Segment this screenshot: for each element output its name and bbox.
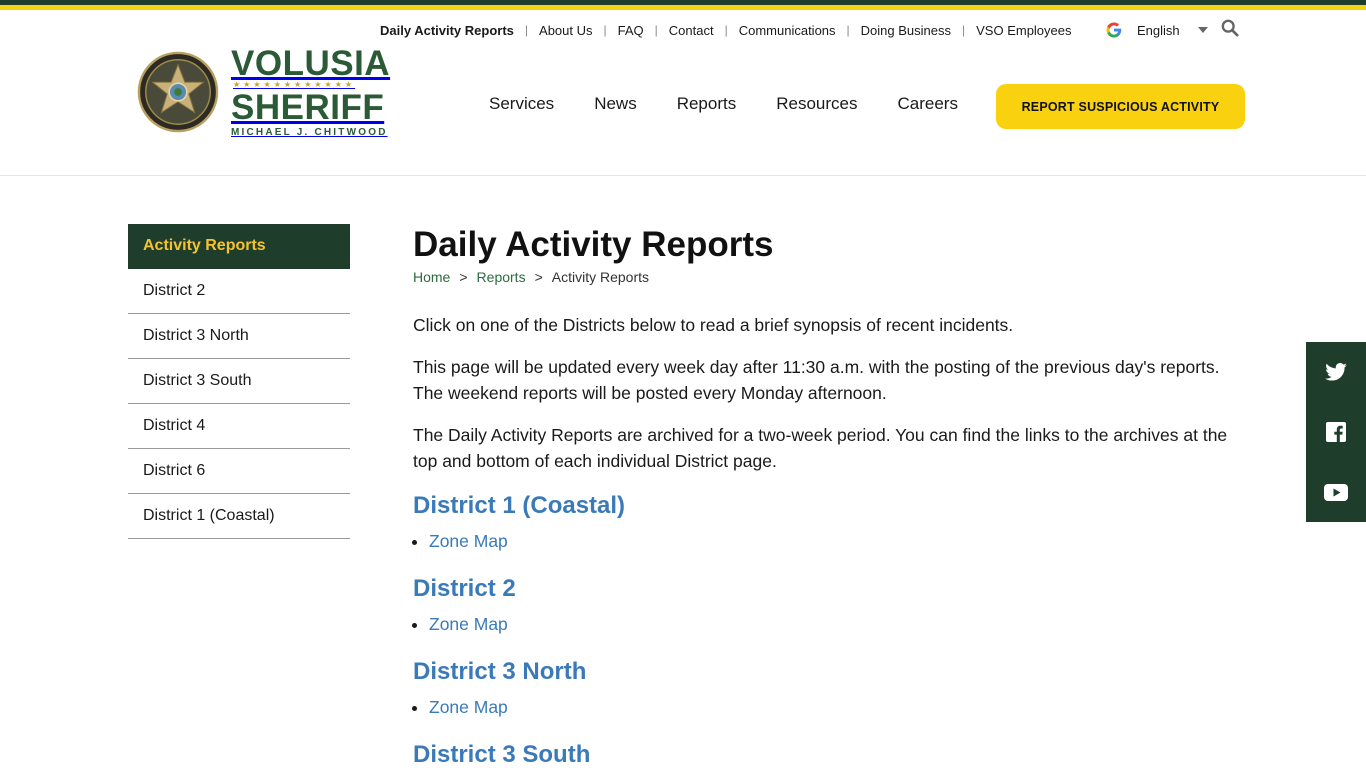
zone-map-link[interactable]: Zone Map xyxy=(429,697,508,717)
facebook-link[interactable] xyxy=(1306,402,1366,462)
utility-link-faq[interactable]: FAQ xyxy=(618,23,644,38)
district-heading[interactable]: District 3 South xyxy=(413,740,1243,768)
utility-link-daily-activity-reports[interactable]: Daily Activity Reports xyxy=(380,23,514,38)
logo-line-sheriff: SHERIFF xyxy=(231,88,385,127)
utility-link-doing-business[interactable]: Doing Business xyxy=(861,23,951,38)
chevron-down-icon xyxy=(1197,27,1208,33)
logo-line-volusia: VOLUSIA xyxy=(231,44,391,83)
district-heading[interactable]: District 2 xyxy=(413,574,1243,604)
district-links: Zone Map xyxy=(429,528,1243,554)
main-content: Daily Activity Reports Home > Reports > … xyxy=(413,224,1243,768)
archive-paragraph: The Daily Activity Reports are archived … xyxy=(413,425,1228,471)
district-section: District 1 (Coastal) Zone Map xyxy=(413,491,1243,554)
logo-wordmark: VOLUSIA ★★★★★★★★★★★★ SHERIFF MICHAEL J. … xyxy=(231,46,390,138)
youtube-icon xyxy=(1324,483,1348,501)
intro-paragraph: Click on one of the Districts below to r… xyxy=(413,315,1014,335)
breadcrumb: Home > Reports > Activity Reports xyxy=(413,269,1243,285)
twitter-icon xyxy=(1325,363,1347,381)
main-nav-resources[interactable]: Resources xyxy=(776,94,857,114)
district-links: Zone Map xyxy=(429,694,1243,720)
breadcrumb-home[interactable]: Home xyxy=(413,269,450,285)
logo-line-name: MICHAEL J. CHITWOOD xyxy=(231,127,388,138)
main-nav-careers[interactable]: Careers xyxy=(898,94,958,114)
sheriff-badge-icon xyxy=(137,51,219,133)
main-nav-reports[interactable]: Reports xyxy=(677,94,737,114)
district-heading-label: District 1 (Coastal) xyxy=(413,492,626,519)
report-suspicious-activity-button[interactable]: REPORT SUSPICIOUS ACTIVITY xyxy=(996,84,1245,129)
breadcrumb-reports[interactable]: Reports xyxy=(477,269,526,285)
breadcrumb-separator: > xyxy=(534,269,543,285)
site-logo[interactable]: VOLUSIA ★★★★★★★★★★★★ SHERIFF MICHAEL J. … xyxy=(137,46,390,138)
district-heading[interactable]: District 3 North xyxy=(413,657,1243,687)
utility-separator: | xyxy=(603,23,607,37)
list-item: Zone Map xyxy=(429,528,1243,554)
twitter-link[interactable] xyxy=(1306,342,1366,402)
sidebar-item-activity-reports[interactable]: Activity Reports xyxy=(128,224,350,269)
utility-separator: | xyxy=(524,23,529,37)
breadcrumb-current: Activity Reports xyxy=(551,269,650,285)
main-nav: Services News Reports Resources Careers xyxy=(489,94,998,114)
main-nav-news[interactable]: News xyxy=(594,94,637,114)
sidebar-item-district-6[interactable]: District 6 xyxy=(128,449,350,494)
utility-nav: Daily Activity Reports | About Us | FAQ … xyxy=(380,20,1072,40)
language-label: English xyxy=(1137,22,1180,38)
sidebar-nav: Activity Reports District 2 District 3 N… xyxy=(128,224,350,539)
sidebar-item-district-1-coastal[interactable]: District 1 (Coastal) xyxy=(128,494,350,539)
zone-map-link[interactable]: Zone Map xyxy=(429,614,508,634)
district-heading[interactable]: District 1 (Coastal) xyxy=(413,491,1243,521)
utility-separator: | xyxy=(654,23,658,37)
update-schedule-paragraph: This page will be updated every week day… xyxy=(413,357,1220,403)
utility-link-contact[interactable]: Contact xyxy=(669,23,714,38)
sidebar-item-district-4[interactable]: District 4 xyxy=(128,404,350,449)
top-yellow-stripe xyxy=(0,5,1366,10)
district-heading-label: District 3 North xyxy=(413,658,587,685)
sidebar-item-district-3-south[interactable]: District 3 South xyxy=(128,359,350,404)
district-links: Zone Map xyxy=(429,611,1243,637)
utility-link-vso-employees[interactable]: VSO Employees xyxy=(976,23,1071,38)
district-section: District 2 Zone Map xyxy=(413,574,1243,637)
main-nav-services[interactable]: Services xyxy=(489,94,554,114)
utility-separator: | xyxy=(724,23,728,37)
search-icon[interactable] xyxy=(1221,19,1239,37)
language-selector[interactable]: English xyxy=(1105,20,1208,40)
facebook-icon xyxy=(1326,422,1346,442)
youtube-link[interactable] xyxy=(1306,462,1366,522)
top-color-bar xyxy=(0,0,1366,10)
district-section: District 3 North Zone Map xyxy=(413,657,1243,720)
utility-separator: | xyxy=(962,23,966,37)
list-item: Zone Map xyxy=(429,694,1243,720)
district-section: District 3 South xyxy=(413,740,1243,768)
list-item: Zone Map xyxy=(429,611,1243,637)
social-sidebar xyxy=(1306,342,1366,522)
zone-map-link[interactable]: Zone Map xyxy=(429,531,508,551)
page-title: Daily Activity Reports xyxy=(413,225,774,264)
sidebar-item-district-2[interactable]: District 2 xyxy=(128,269,350,314)
district-heading-label: District 3 South xyxy=(413,741,591,768)
sidebar-item-district-3-north[interactable]: District 3 North xyxy=(128,314,350,359)
utility-separator: | xyxy=(846,23,850,37)
district-heading-label: District 2 xyxy=(413,575,516,602)
utility-link-communications[interactable]: Communications xyxy=(739,23,836,38)
breadcrumb-separator: > xyxy=(459,269,468,285)
header-divider xyxy=(0,175,1366,176)
utility-link-about-us[interactable]: About Us xyxy=(539,23,592,38)
google-icon xyxy=(1106,22,1122,38)
